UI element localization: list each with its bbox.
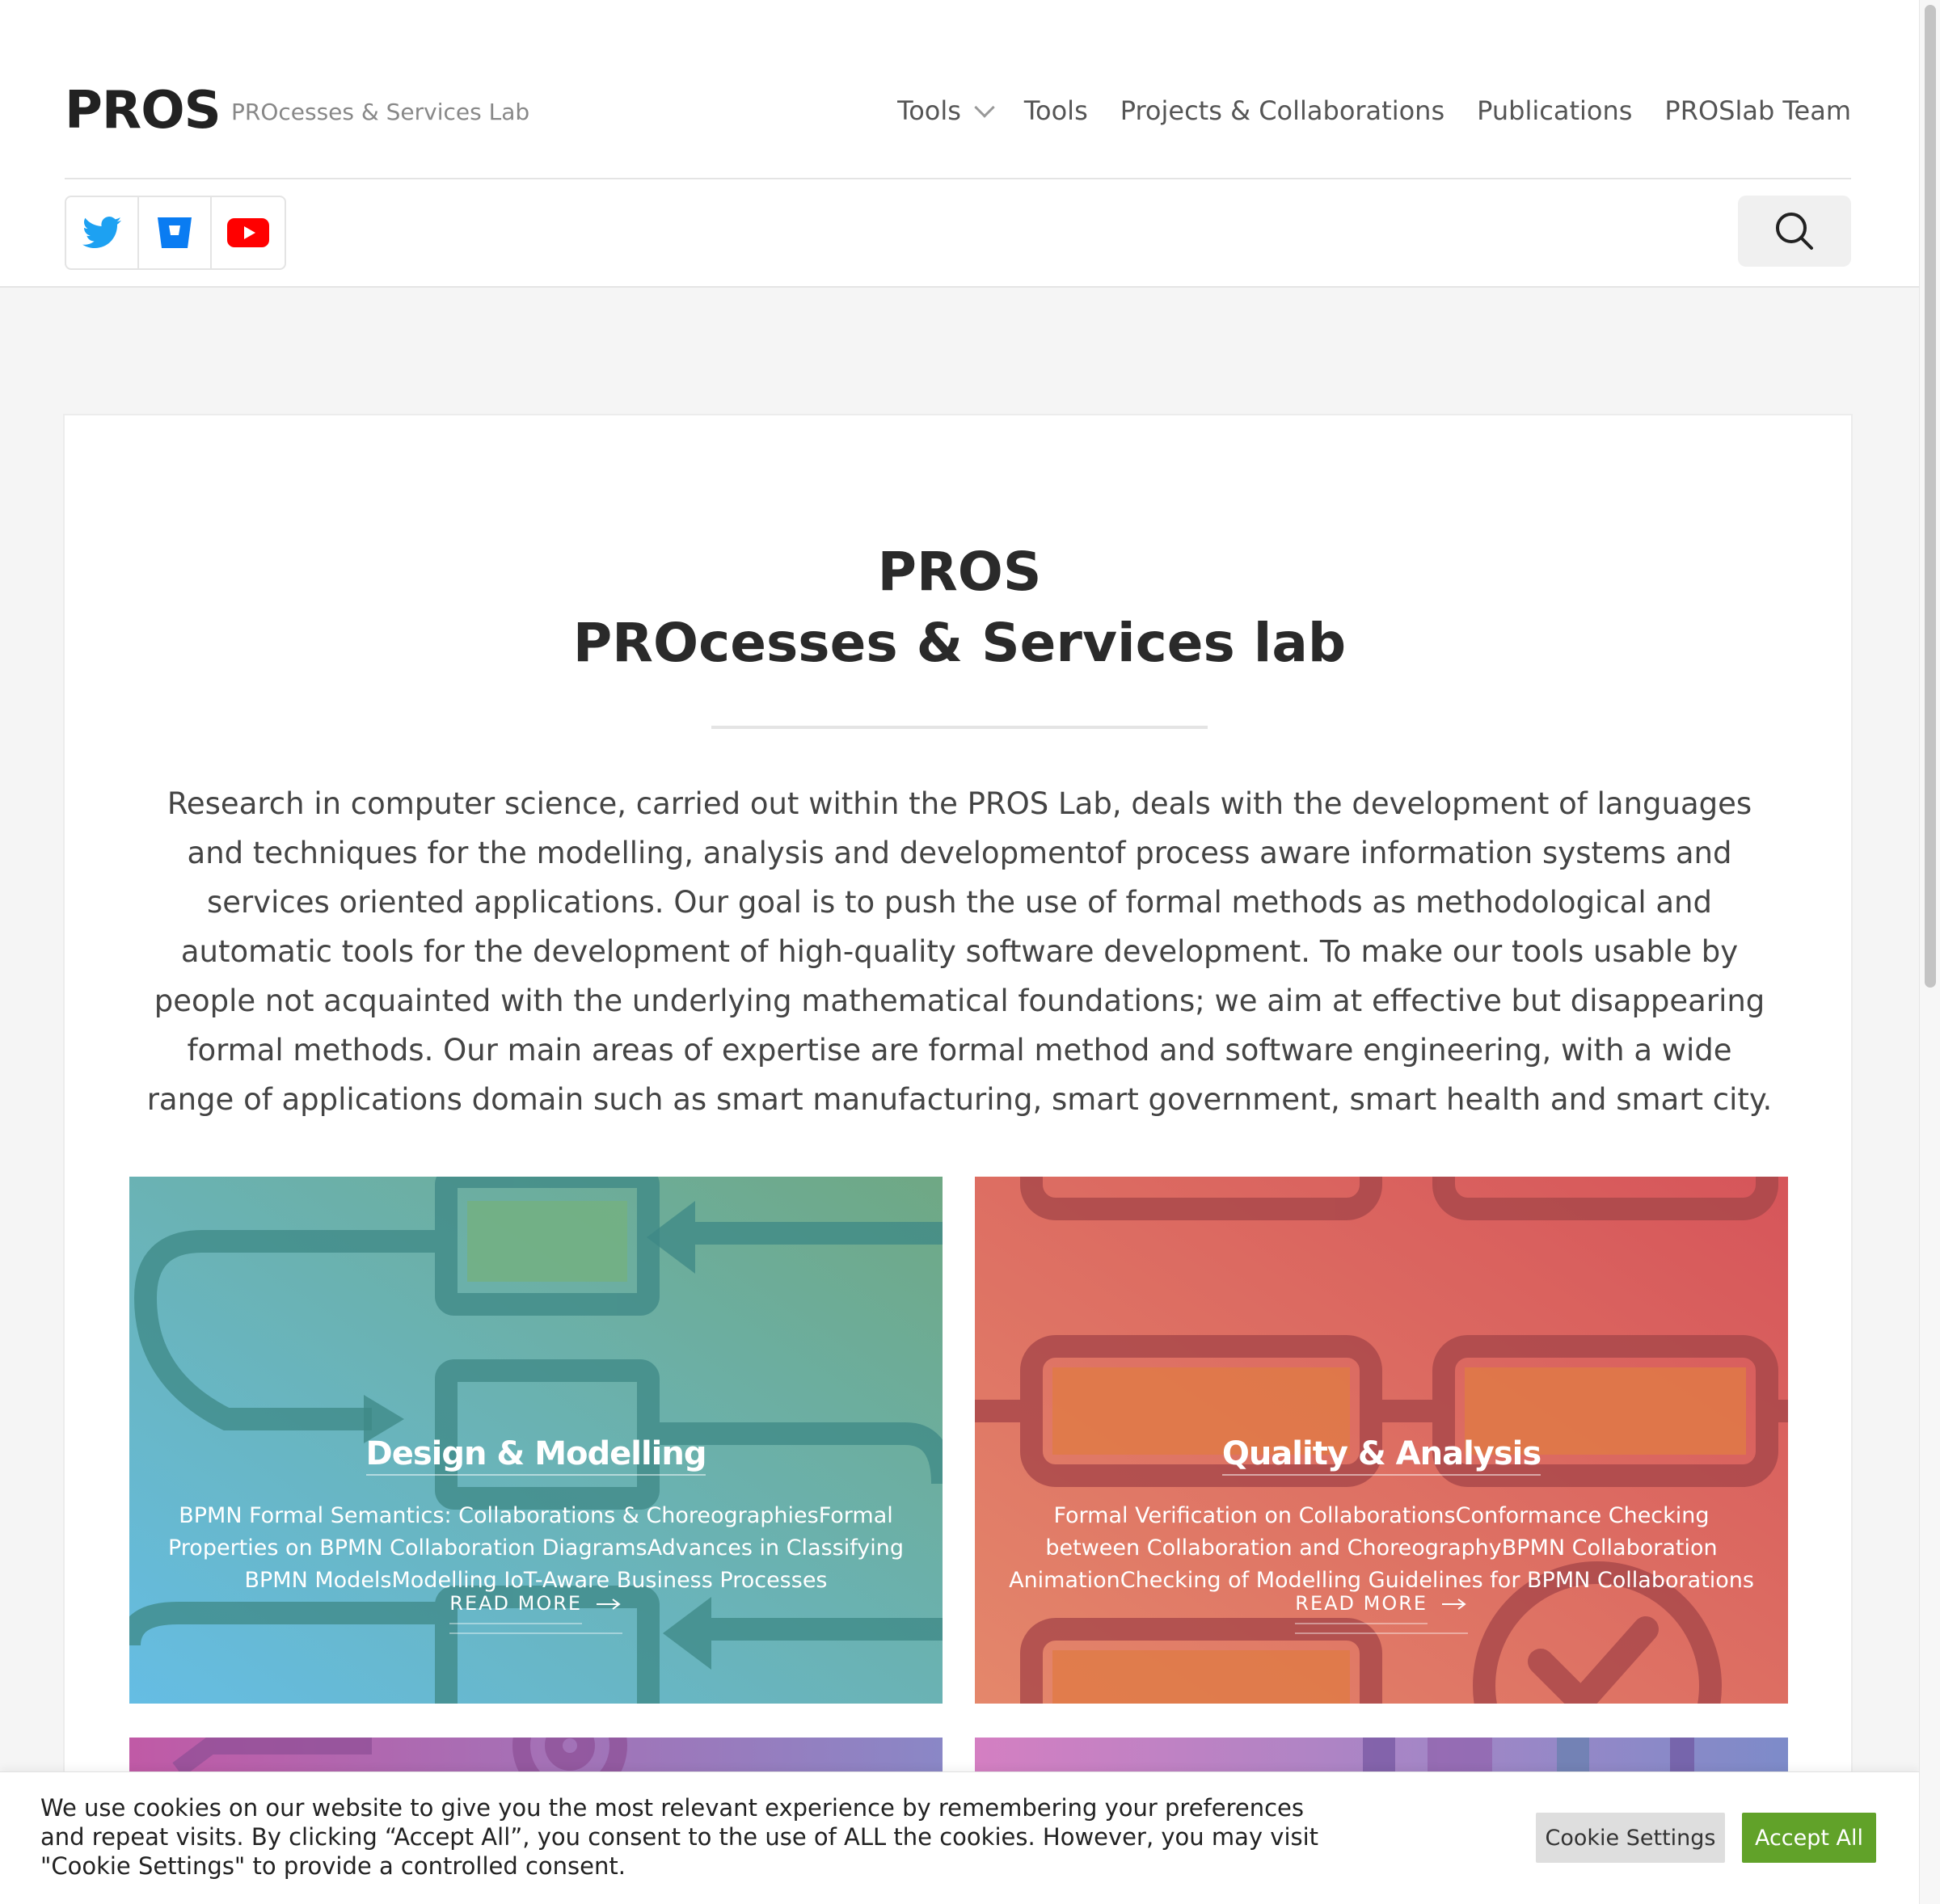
page-title: PROS PROcesses & Services lab	[65, 537, 1854, 679]
tile-design-modelling[interactable]: Design & Modelling BPMN Formal Semantics…	[129, 1177, 943, 1704]
nav-item-tools[interactable]: Tools	[1024, 95, 1088, 126]
nav-item-tools-dropdown[interactable]: Tools	[897, 95, 995, 126]
header-divider	[65, 178, 1851, 179]
read-more-label: READ MORE	[449, 1592, 583, 1624]
bitbucket-link[interactable]	[139, 197, 212, 268]
cookie-banner: We use cookies on our website to give yo…	[0, 1771, 1919, 1904]
site-tagline: PROcesses & Services Lab	[231, 99, 530, 125]
tile-title[interactable]: Quality & Analysis	[975, 1435, 1788, 1476]
page-title-line2: PROcesses & Services lab	[572, 612, 1347, 674]
tile-title-text: Design & Modelling	[365, 1435, 706, 1476]
accept-all-button[interactable]: Accept All	[1742, 1813, 1876, 1863]
bitbucket-icon	[158, 217, 192, 248]
cookie-settings-button[interactable]: Cookie Settings	[1536, 1813, 1725, 1863]
read-more-link[interactable]: READ MORE	[129, 1592, 943, 1634]
nav-item-projects[interactable]: Projects & Collaborations	[1120, 95, 1444, 126]
page-title-line1: PROS	[877, 541, 1042, 603]
nav-item-publications[interactable]: Publications	[1477, 95, 1632, 126]
youtube-link[interactable]	[212, 197, 285, 268]
read-more-label: READ MORE	[1295, 1592, 1428, 1624]
tile-title-text: Quality & Analysis	[1221, 1435, 1541, 1476]
scrollbar-thumb[interactable]	[1925, 5, 1936, 988]
twitter-icon	[82, 217, 121, 248]
tile-description: Formal Verification on CollaborationsCon…	[1009, 1503, 1754, 1593]
tile-title[interactable]: Design & Modelling	[129, 1435, 943, 1476]
tile-description: BPMN Formal Semantics: Collaborations & …	[167, 1503, 904, 1593]
chevron-down-icon	[974, 97, 995, 118]
page-scrollbar[interactable]	[1919, 0, 1940, 1904]
main-nav: Tools Tools Projects & Collaborations Pu…	[897, 95, 1851, 126]
tile-quality-analysis[interactable]: Quality & Analysis Formal Verification o…	[975, 1177, 1788, 1704]
search-icon	[1776, 213, 1813, 250]
arrow-right-icon	[596, 1599, 621, 1610]
intro-paragraph: Research in computer science, carried ou…	[146, 786, 1773, 1117]
arrow-right-icon	[1441, 1599, 1466, 1610]
search-button[interactable]	[1738, 196, 1851, 267]
nav-item-label: Tools	[897, 95, 961, 126]
title-divider	[711, 726, 1208, 729]
social-links	[65, 196, 286, 270]
read-more-link[interactable]: READ MORE	[975, 1592, 1788, 1634]
youtube-icon	[227, 218, 269, 247]
cookie-message: We use cookies on our website to give yo…	[40, 1794, 1319, 1880]
site-logo[interactable]: PROS	[65, 81, 221, 141]
site-header: PROS PROcesses & Services Lab Tools Tool…	[0, 0, 1919, 288]
nav-item-team[interactable]: PROSlab Team	[1664, 95, 1851, 126]
main-content-card: PROS PROcesses & Services lab Research i…	[63, 414, 1853, 1904]
twitter-link[interactable]	[66, 197, 139, 268]
